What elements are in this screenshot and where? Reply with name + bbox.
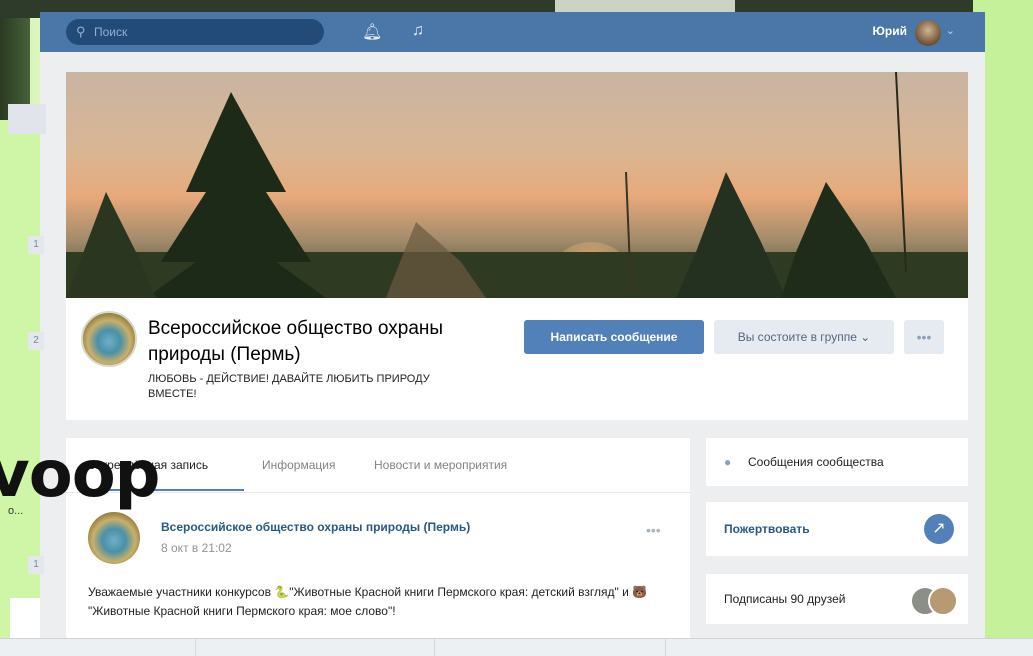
tab-news-events[interactable]: Новости и мероприятия <box>374 458 507 472</box>
post-text: Уважаемые участники конкурсов 🐍"Животные… <box>88 585 648 618</box>
nav-counter: 1 <box>28 236 44 254</box>
overlay-small-text: о... <box>8 505 24 517</box>
search-icon: ⚲ <box>76 24 86 39</box>
tab-info[interactable]: Информация <box>262 458 335 472</box>
group-avatar[interactable] <box>81 311 137 367</box>
nav-counter: 2 <box>28 332 44 350</box>
search-placeholder: Поиск <box>94 25 128 39</box>
top-navbar: ⚲ Поиск 🔔︎ ♫ Юрий ⌄ <box>40 12 985 52</box>
group-status: ЛЮБОВЬ - ДЕЙСТВИЕ! ДАВАЙТЕ ЛЮБИТЬ ПРИРОД… <box>148 373 430 400</box>
friends-avatars <box>910 586 958 616</box>
wall-tabs: Закреплённая запись Информация Новости и… <box>66 438 690 493</box>
wall-card: Закреплённая запись Информация Новости и… <box>66 438 690 655</box>
post-author-avatar[interactable] <box>88 512 140 564</box>
friends-card[interactable]: Подписаны 90 друзей <box>706 574 968 624</box>
chat-bubble-icon: ● <box>724 455 732 469</box>
send-message-button[interactable]: Написать сообщение <box>524 320 704 354</box>
group-title: Всероссийское общество охраны природы (П… <box>148 318 444 365</box>
more-actions-button[interactable]: ••• <box>904 320 944 354</box>
bottom-segment <box>435 639 666 656</box>
avatar <box>928 586 958 616</box>
cover-trees <box>66 72 968 298</box>
left-nav-selected <box>8 104 46 134</box>
friends-label: Подписаны 90 друзей <box>724 592 846 606</box>
donate-label: Пожертвовать <box>724 522 810 536</box>
post-more-button[interactable]: ••• <box>646 522 661 538</box>
bottom-segment <box>196 639 435 656</box>
left-white-block <box>10 598 40 638</box>
search-input[interactable]: ⚲ Поиск <box>66 19 324 45</box>
arrow-up-right-icon[interactable]: ↗ <box>924 514 954 544</box>
user-name[interactable]: Юрий <box>873 24 907 38</box>
post-author[interactable]: Всероссийское общество охраны природы (П… <box>161 520 470 534</box>
community-messages-card[interactable]: ● Сообщения сообщества <box>706 438 968 486</box>
bottom-segment <box>0 639 196 656</box>
nav-counter: 1 <box>28 556 44 574</box>
music-icon[interactable]: ♫ <box>412 22 424 40</box>
bottom-bar <box>0 638 1033 656</box>
group-header-card: Всероссийское общество охраны природы (П… <box>66 298 968 420</box>
donate-card[interactable]: Пожертвовать ↗ <box>706 502 968 556</box>
post-date[interactable]: 8 окт в 21:02 <box>161 541 232 555</box>
avatar[interactable] <box>915 20 941 46</box>
overlay-text: voop <box>0 438 160 512</box>
bell-icon[interactable]: 🔔︎ <box>362 22 382 42</box>
group-cover-image <box>66 72 968 298</box>
membership-button[interactable]: Вы состоите в группе ⌄ <box>714 320 894 354</box>
chevron-down-icon[interactable]: ⌄ <box>946 24 955 37</box>
community-messages-label: Сообщения сообщества <box>748 455 884 469</box>
